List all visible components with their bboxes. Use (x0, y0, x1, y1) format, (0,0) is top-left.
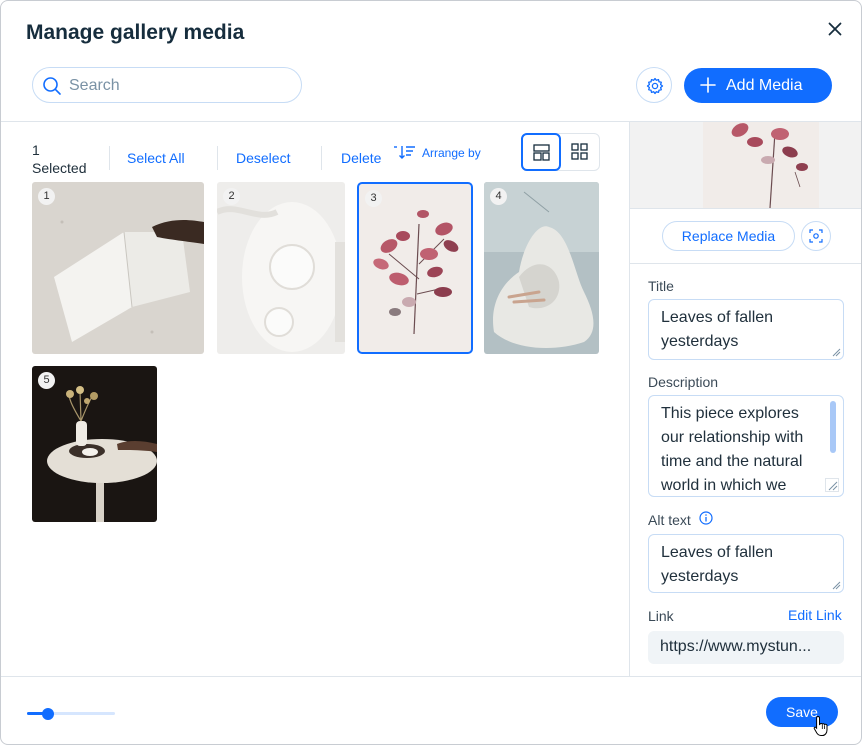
gallery-item-selected[interactable]: 3 (357, 182, 473, 354)
arrange-by-button[interactable]: Arrange by (393, 144, 481, 165)
toolbar-divider (109, 146, 110, 170)
alt-text-value: Leaves of fallen yesterdays (661, 544, 774, 585)
layout-view-button[interactable] (521, 133, 561, 171)
gallery-item[interactable]: 1 (32, 182, 204, 354)
description-field[interactable]: This piece explores our relationship wit… (648, 395, 844, 497)
leaves-preview-image (703, 122, 819, 208)
details-divider (630, 263, 861, 264)
item-number: 5 (38, 372, 55, 389)
table-photo (32, 366, 157, 522)
edit-link-button[interactable]: Edit Link (788, 607, 842, 623)
item-number: 3 (365, 190, 382, 207)
description-label: Description (648, 374, 719, 390)
title-label: Title (648, 278, 674, 294)
leaves-photo (359, 184, 471, 352)
book-photo (32, 182, 204, 354)
focal-point-button[interactable] (801, 221, 831, 251)
link-label: Link (648, 608, 674, 624)
media-preview (630, 122, 861, 208)
alt-text-label: Alt text (648, 512, 691, 528)
toolbar-divider (217, 146, 218, 170)
grid-view-button[interactable] (561, 133, 600, 171)
delete-button[interactable]: Delete (341, 150, 381, 166)
gallery-item[interactable]: 2 (217, 182, 345, 354)
resize-grip-icon (825, 478, 839, 492)
search-icon (43, 77, 61, 95)
preview-divider (630, 208, 861, 209)
add-media-button[interactable]: Add Media (684, 68, 832, 103)
focal-point-icon (809, 229, 823, 243)
deselect-button[interactable]: Deselect (236, 150, 290, 166)
info-icon[interactable] (699, 511, 713, 525)
selection-count: 1 Selected (32, 141, 86, 177)
footer-divider (1, 676, 861, 677)
replace-media-button[interactable]: Replace Media (662, 221, 795, 251)
selection-count-label: Selected (32, 160, 87, 176)
select-all-button[interactable]: Select All (127, 150, 185, 166)
item-number: 2 (223, 188, 240, 205)
gallery-item[interactable]: 5 (32, 366, 157, 522)
layout-view-icon (533, 144, 550, 161)
add-media-label: Add Media (726, 77, 803, 94)
grid-view-icon (571, 143, 588, 160)
gear-icon (646, 77, 664, 95)
hand-cursor-icon (813, 715, 828, 736)
vase-photo (217, 182, 345, 354)
settings-button[interactable] (636, 67, 672, 103)
figure-photo (484, 182, 599, 354)
selection-count-number: 1 (32, 142, 40, 158)
resize-grip-icon (832, 581, 841, 590)
toolbar-divider (321, 146, 322, 170)
zoom-slider-handle[interactable] (42, 708, 54, 720)
plus-icon (700, 77, 716, 93)
title-field[interactable]: Leaves of fallen yesterdays (648, 299, 844, 360)
link-field[interactable]: https://www.mystun... (648, 631, 844, 664)
search-input[interactable] (69, 76, 289, 96)
item-number: 1 (38, 188, 55, 205)
close-icon[interactable] (823, 17, 847, 41)
item-number: 4 (490, 188, 507, 205)
gallery-item[interactable]: 4 (484, 182, 599, 354)
title-value: Leaves of fallen yesterdays (661, 309, 774, 350)
dialog-title: Manage gallery media (26, 21, 245, 44)
sort-icon (394, 146, 415, 159)
arrange-by-label: Arrange by (422, 146, 481, 160)
manage-media-dialog: Manage gallery media Add Media 1 Selecte… (0, 0, 862, 745)
alt-text-field[interactable]: Leaves of fallen yesterdays (648, 534, 844, 593)
search-box[interactable] (32, 67, 302, 103)
resize-grip-icon (832, 348, 841, 357)
description-value: This piece explores our relationship wit… (661, 405, 804, 494)
description-scrollbar[interactable] (830, 401, 836, 453)
